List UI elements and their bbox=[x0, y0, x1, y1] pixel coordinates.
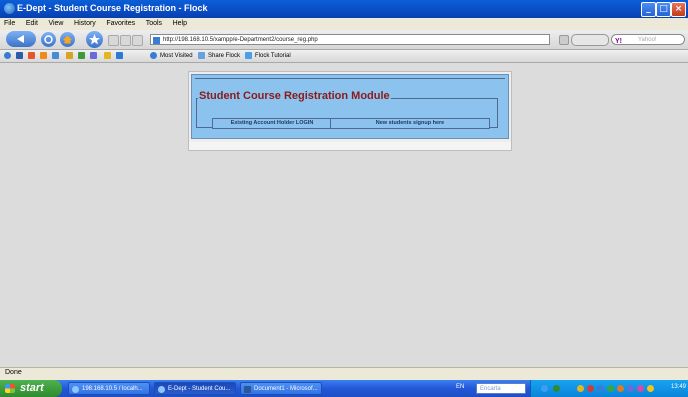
stop-button[interactable] bbox=[60, 32, 75, 47]
people-sidebar-icon[interactable] bbox=[4, 52, 11, 59]
word-icon bbox=[244, 386, 251, 393]
page-favicon bbox=[153, 37, 160, 44]
close-button[interactable]: × bbox=[671, 2, 686, 17]
home-icon bbox=[63, 35, 72, 44]
flock-tutorial-icon bbox=[245, 52, 252, 59]
update-icon[interactable] bbox=[607, 385, 614, 392]
bookmarks-toolbar: Most Visited Share Flock Flock Tutorial bbox=[0, 50, 688, 63]
status-text: Done bbox=[5, 369, 22, 376]
media-icon[interactable] bbox=[28, 52, 35, 59]
power-icon[interactable] bbox=[647, 385, 654, 392]
search-input[interactable]: Y! Yahoo! bbox=[611, 34, 685, 45]
history-forward-button[interactable] bbox=[120, 35, 131, 46]
reload-button[interactable] bbox=[41, 32, 56, 47]
taskbar-item[interactable]: 198.168.10.5 / localh... bbox=[68, 382, 150, 395]
registration-module: Student Course Registration Module Exist… bbox=[191, 74, 509, 139]
module-title: Student Course Registration Module bbox=[198, 90, 391, 102]
window-title: E-Dept - Student Course Registration - F… bbox=[17, 3, 208, 13]
menu-edit[interactable]: Edit bbox=[26, 18, 38, 30]
taskbar-item-label: 198.168.10.5 / localh... bbox=[82, 386, 143, 392]
address-url: http://198.168.10.5/xampp/e-Department2/… bbox=[163, 37, 318, 43]
menu-file[interactable]: File bbox=[4, 18, 15, 30]
reload-icon bbox=[44, 35, 53, 44]
webclip-icon[interactable] bbox=[66, 52, 73, 59]
tray-arrow-icon[interactable] bbox=[553, 385, 560, 392]
system-tray: 13:49 bbox=[530, 380, 688, 397]
menu-favorites[interactable]: Favorites bbox=[106, 18, 135, 30]
menu-help[interactable]: Help bbox=[173, 18, 187, 30]
language-indicator[interactable]: EN bbox=[456, 384, 464, 390]
display-icon[interactable] bbox=[637, 385, 644, 392]
bookmark-most-visited[interactable]: Most Visited bbox=[160, 52, 193, 61]
start-label: start bbox=[20, 382, 44, 394]
back-arrow-icon bbox=[17, 35, 24, 43]
messenger-icon[interactable] bbox=[597, 385, 604, 392]
share-flock-icon bbox=[198, 52, 205, 59]
page-content: Student Course Registration Module Exist… bbox=[0, 63, 688, 367]
taskbar-clock: 13:49 bbox=[670, 384, 686, 390]
star-icon bbox=[89, 34, 100, 45]
status-bar: Done bbox=[0, 367, 688, 380]
taskbar-item-label: Document1 - Microsof... bbox=[254, 386, 318, 392]
flock-app-icon bbox=[4, 3, 15, 14]
security-icon[interactable] bbox=[577, 385, 584, 392]
existing-account-login-link[interactable]: Existing Account Holder LOGIN bbox=[212, 118, 332, 129]
home-button[interactable] bbox=[86, 31, 103, 48]
navigation-toolbar: http://198.168.10.5/xampp/e-Department2/… bbox=[0, 30, 688, 50]
address-bar[interactable]: http://198.168.10.5/xampp/e-Department2/… bbox=[150, 34, 550, 45]
bluetooth-icon[interactable] bbox=[627, 385, 634, 392]
network-icon[interactable] bbox=[541, 385, 548, 392]
back-button[interactable] bbox=[6, 31, 36, 47]
mail-icon[interactable] bbox=[52, 52, 59, 59]
new-tab-button[interactable] bbox=[132, 35, 143, 46]
footer-strip bbox=[188, 142, 512, 151]
top-rule bbox=[195, 78, 505, 79]
upload-icon[interactable] bbox=[116, 52, 123, 59]
most-visited-icon bbox=[150, 52, 157, 59]
encarta-placeholder: Encarta bbox=[480, 386, 501, 392]
windows-taskbar: start 198.168.10.5 / localh... E-Dept - … bbox=[0, 380, 688, 397]
menu-history[interactable]: History bbox=[74, 18, 96, 30]
new-student-signup-link[interactable]: New students signup here bbox=[330, 118, 490, 129]
favorites-icon[interactable] bbox=[78, 52, 85, 59]
taskbar-item-label: E-Dept - Student Cou... bbox=[168, 386, 231, 392]
feed-button[interactable] bbox=[571, 34, 609, 46]
blog-editor-icon[interactable] bbox=[104, 52, 111, 59]
search-placeholder: Yahoo! bbox=[638, 37, 657, 43]
taskbar-item[interactable]: E-Dept - Student Cou... bbox=[154, 382, 236, 395]
history-back-button[interactable] bbox=[108, 35, 119, 46]
antivirus-icon[interactable] bbox=[587, 385, 594, 392]
encarta-search-input[interactable]: Encarta bbox=[476, 383, 526, 394]
menu-tools[interactable]: Tools bbox=[146, 18, 162, 30]
yahoo-logo-icon: Y! bbox=[615, 38, 622, 44]
registration-panel: Student Course Registration Module Exist… bbox=[188, 71, 512, 144]
bookmark-share-flock[interactable]: Share Flock bbox=[208, 52, 240, 61]
window-title-bar: E-Dept - Student Course Registration - F… bbox=[0, 0, 688, 18]
menu-view[interactable]: View bbox=[48, 18, 63, 30]
minimize-button[interactable]: _ bbox=[641, 2, 656, 17]
contacts-icon[interactable] bbox=[16, 52, 23, 59]
svg-text:Y!: Y! bbox=[615, 38, 622, 44]
flock-icon bbox=[72, 386, 79, 393]
go-button[interactable] bbox=[559, 35, 569, 45]
start-button[interactable]: start bbox=[0, 380, 62, 397]
taskbar-item[interactable]: Document1 - Microsof... bbox=[240, 382, 322, 395]
accounts-icon[interactable] bbox=[90, 52, 97, 59]
feeds-icon[interactable] bbox=[40, 52, 47, 59]
flock-icon bbox=[158, 386, 165, 393]
audio-icon[interactable] bbox=[617, 385, 624, 392]
windows-logo-icon bbox=[5, 384, 15, 393]
maximize-button[interactable]: □ bbox=[656, 2, 671, 17]
bookmark-flock-tutorial[interactable]: Flock Tutorial bbox=[255, 52, 291, 61]
